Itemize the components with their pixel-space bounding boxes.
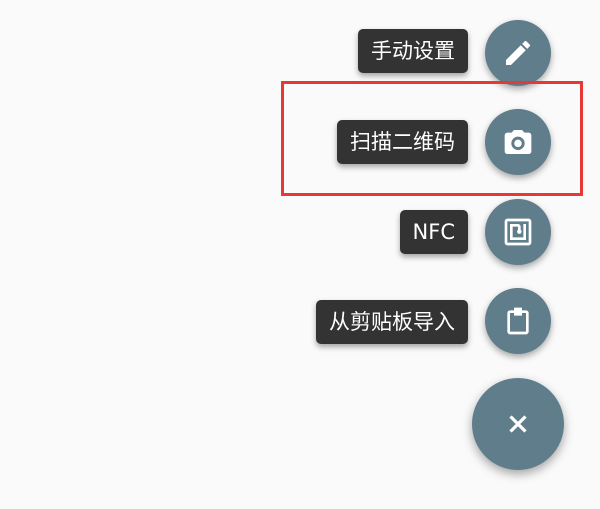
clipboard-import-button[interactable]: [485, 288, 551, 354]
close-icon: [509, 415, 527, 433]
nfc-button[interactable]: [485, 199, 551, 265]
nfc-label[interactable]: NFC: [399, 210, 468, 254]
scan-qr-button[interactable]: [485, 109, 551, 175]
clipboard-import-label[interactable]: 从剪贴板导入: [316, 300, 468, 344]
nfc-icon: [504, 218, 532, 246]
camera-icon: [504, 130, 532, 154]
scan-qr-label[interactable]: 扫描二维码: [337, 120, 468, 164]
pencil-icon: [506, 40, 531, 65]
close-menu-button[interactable]: [472, 378, 564, 470]
clipboard-icon: [507, 307, 529, 335]
manual-setup-button[interactable]: [485, 20, 551, 86]
manual-setup-label[interactable]: 手动设置: [358, 29, 468, 73]
